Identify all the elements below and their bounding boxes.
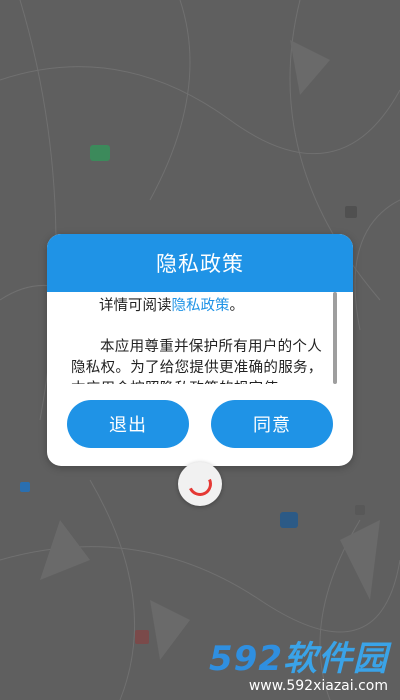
watermark-logo-text: 软件园 [283, 639, 388, 679]
spinner-arc-icon [184, 468, 216, 500]
loading-spinner [178, 462, 222, 506]
intro-suffix: 。 [229, 298, 245, 314]
watermark-url: www.592xiazai.com [248, 678, 388, 694]
privacy-policy-link[interactable]: 隐私政策 [172, 298, 230, 314]
intro-line: 详情可阅读隐私政策。 [91, 296, 327, 317]
scrollbar[interactable] [333, 292, 337, 384]
exit-button[interactable]: 退出 [67, 400, 189, 448]
watermark-logo: 592软件园 [209, 640, 388, 678]
intro-prefix: 详情可阅读 [99, 298, 172, 314]
button-row: 退出 同意 [67, 400, 333, 448]
privacy-dialog: 隐私政策 详情可阅读隐私政策。 本应用尊重并保护所有用户的个人隐私权。为了给您提… [47, 234, 353, 466]
dialog-header: 隐私政策 [47, 234, 353, 292]
dialog-title: 隐私政策 [156, 252, 244, 276]
agree-button[interactable]: 同意 [211, 400, 333, 448]
watermark-logo-number: 592 [209, 639, 283, 679]
app-icon [90, 145, 110, 161]
watermark: 592软件园 www.592xiazai.com [209, 640, 388, 694]
policy-paragraph: 本应用尊重并保护所有用户的个人隐私权。为了给您提供更准确的服务，本应用会按照隐私… [71, 339, 323, 384]
dialog-body[interactable]: 详情可阅读隐私政策。 本应用尊重并保护所有用户的个人隐私权。为了给您提供更准确的… [47, 292, 353, 384]
